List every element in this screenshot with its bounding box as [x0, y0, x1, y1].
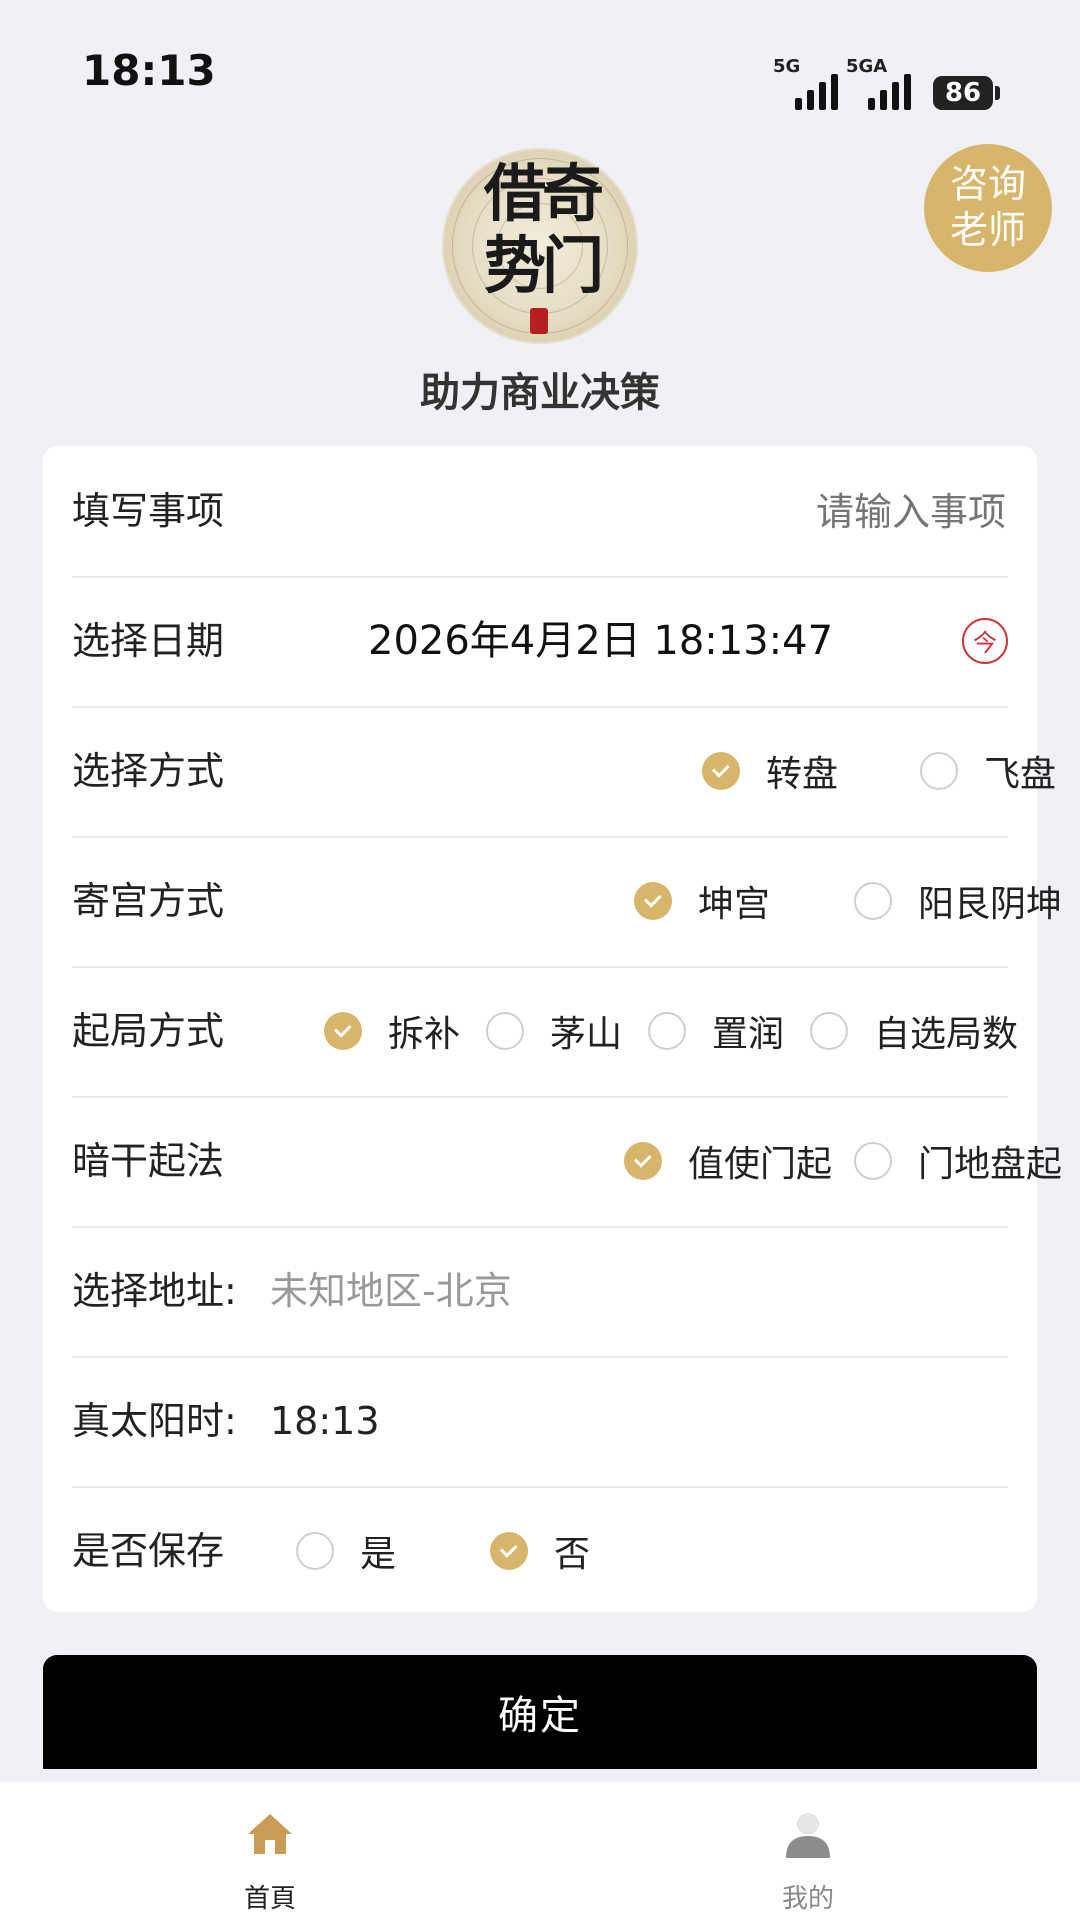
- date-value[interactable]: 2026年4月2日 18:13:47: [368, 576, 833, 706]
- today-button[interactable]: 今: [962, 618, 1008, 664]
- option-label: 置润: [712, 1014, 785, 1055]
- sim2-label: 5GA: [846, 56, 888, 77]
- home-icon: [248, 1814, 292, 1854]
- option-label: 转盘: [766, 754, 839, 795]
- status-bar: 18:13 5G 5GA 86: [0, 0, 1080, 140]
- radio-checked-icon[interactable]: [624, 1142, 662, 1180]
- radio-checked-icon[interactable]: [324, 1012, 362, 1050]
- option-label: 拆补: [388, 1014, 461, 1055]
- address-value[interactable]: 未知地区-北京: [270, 1226, 512, 1356]
- radio-unchecked-icon[interactable]: [648, 1012, 686, 1050]
- hidden-stem-label: 暗干起法: [72, 1139, 225, 1183]
- option-label: 自选局数: [874, 1014, 1019, 1055]
- row-palace: 寄宫方式 坤宫 阳艮阴坤: [72, 836, 1062, 968]
- option-label: 茅山: [550, 1014, 623, 1055]
- user-icon: [786, 1813, 830, 1858]
- option-zhishi-menqi[interactable]: 值使门起: [624, 1096, 832, 1226]
- row-method: 选择方式 转盘 飞盘: [72, 706, 1056, 838]
- radio-unchecked-icon[interactable]: [854, 1142, 892, 1180]
- row-hidden-stem: 暗干起法 值使门起 门地盘起: [72, 1096, 1062, 1228]
- save-label: 是否保存: [72, 1529, 225, 1573]
- radio-unchecked-icon[interactable]: [854, 882, 892, 920]
- option-maoshan[interactable]: 茅山: [486, 966, 622, 1096]
- radio-unchecked-icon[interactable]: [486, 1012, 524, 1050]
- row-matter: 填写事项: [72, 446, 1008, 578]
- option-label: 坤宫: [698, 884, 771, 925]
- sim1-label: 5G: [773, 56, 801, 77]
- tab-mine[interactable]: 我的: [708, 1782, 908, 1920]
- solar-time-value: 18:13: [270, 1399, 380, 1443]
- option-label: 阳艮阴坤: [918, 884, 1063, 925]
- option-label: 否: [554, 1534, 591, 1575]
- status-time: 18:13: [82, 46, 216, 95]
- battery-icon: 86: [933, 76, 1000, 110]
- option-yanggen-yinkun[interactable]: 阳艮阴坤: [854, 836, 1062, 966]
- tab-home-label: 首頁: [243, 1884, 296, 1914]
- radio-unchecked-icon[interactable]: [920, 752, 958, 790]
- row-save: 是否保存 是 否: [72, 1486, 1008, 1616]
- row-date[interactable]: 选择日期 2026年4月2日 18:13:47 今: [72, 576, 1008, 708]
- date-label: 选择日期: [72, 619, 225, 663]
- option-custom-count[interactable]: 自选局数: [810, 966, 1018, 1096]
- radio-checked-icon[interactable]: [490, 1532, 528, 1570]
- solar-time-label: 真太阳时:: [72, 1399, 237, 1443]
- option-feipan[interactable]: 飞盘: [920, 706, 1056, 836]
- palace-label: 寄宫方式: [72, 879, 225, 923]
- option-chaibu[interactable]: 拆补: [324, 966, 460, 1096]
- matter-label: 填写事项: [72, 489, 225, 533]
- slogan: 助力商业决策: [420, 370, 660, 416]
- address-label: 选择地址:: [72, 1269, 237, 1313]
- option-save-no[interactable]: 否: [490, 1486, 590, 1616]
- radio-unchecked-icon[interactable]: [810, 1012, 848, 1050]
- form-card: 填写事项 选择日期 2026年4月2日 18:13:47 今 选择方式 转盘 飞…: [43, 446, 1062, 1612]
- radio-checked-icon[interactable]: [702, 752, 740, 790]
- tab-home[interactable]: 首頁: [170, 1782, 370, 1920]
- tab-mine-label: 我的: [781, 1884, 834, 1914]
- signal-5ga-icon: 5GA: [846, 52, 911, 110]
- option-label: 门地盘起: [918, 1144, 1063, 1185]
- confirm-button[interactable]: 确定: [43, 1655, 1037, 1769]
- radio-unchecked-icon[interactable]: [296, 1532, 334, 1570]
- radio-checked-icon[interactable]: [634, 882, 672, 920]
- method-label: 选择方式: [72, 749, 225, 793]
- logo-text: 借奇势门: [483, 157, 604, 302]
- start-label: 起局方式: [72, 1009, 225, 1053]
- option-kungong[interactable]: 坤宫: [634, 836, 770, 966]
- logo-seal-icon: [530, 308, 548, 334]
- row-start: 起局方式 拆补 茅山 置润 自选局数: [72, 966, 1018, 1098]
- battery-level: 86: [933, 76, 993, 110]
- option-label: 飞盘: [984, 754, 1057, 795]
- option-zhuanpan[interactable]: 转盘: [702, 706, 838, 836]
- option-save-yes[interactable]: 是: [296, 1486, 396, 1616]
- row-address[interactable]: 选择地址: 未知地区-北京: [72, 1226, 1008, 1358]
- app-logo: 借奇势门: [442, 148, 638, 344]
- consult-line2: 老师: [949, 210, 1026, 252]
- signal-5g-icon: 5G: [773, 52, 838, 110]
- row-solar-time: 真太阳时: 18:13: [72, 1356, 1008, 1488]
- consult-teacher-button[interactable]: 咨询 老师: [924, 144, 1052, 272]
- option-label: 值使门起: [688, 1144, 833, 1185]
- option-label: 是: [360, 1534, 397, 1575]
- bottom-tab-bar: 首頁 我的: [0, 1782, 1080, 1920]
- status-indicators: 5G 5GA 86: [773, 52, 1000, 110]
- matter-input[interactable]: [604, 446, 1008, 578]
- option-mendi-panqi[interactable]: 门地盘起: [854, 1096, 1062, 1226]
- option-zhirun[interactable]: 置润: [648, 966, 784, 1096]
- consult-line1: 咨询: [949, 164, 1026, 206]
